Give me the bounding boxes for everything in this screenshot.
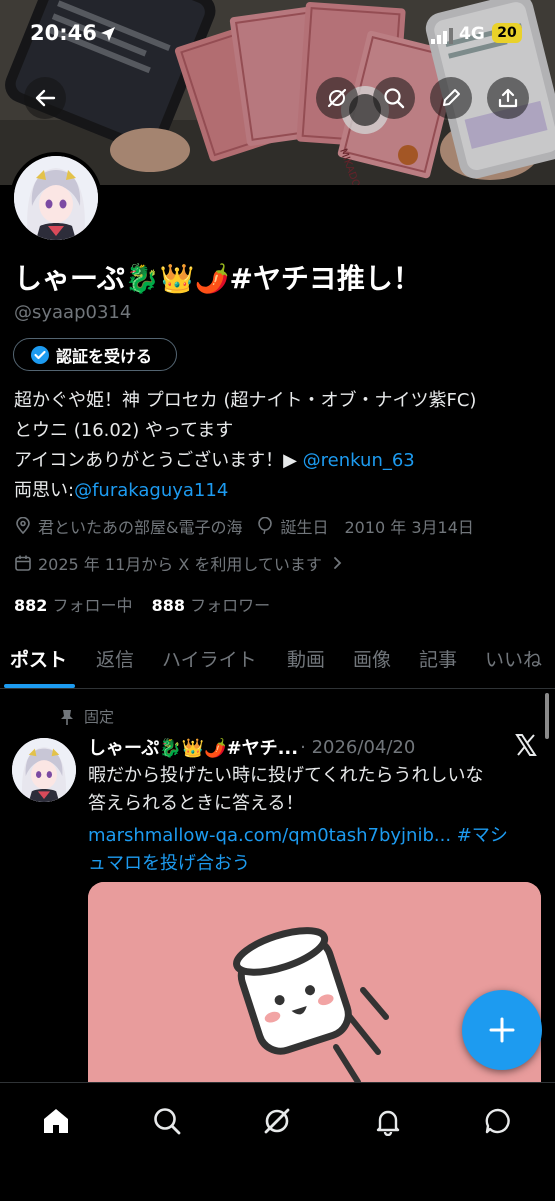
followers-count: 888 — [151, 596, 186, 615]
bottom-nav — [0, 1082, 555, 1201]
location-pin-icon — [16, 517, 30, 535]
hashtag-link[interactable]: #マシ — [457, 825, 508, 846]
nav-home[interactable] — [36, 1101, 76, 1141]
pen-icon — [443, 89, 460, 106]
tab-videos[interactable]: 動画 — [287, 645, 325, 672]
back-button[interactable] — [24, 77, 66, 119]
post-avatar[interactable] — [12, 738, 76, 802]
profile-avatar[interactable] — [10, 152, 102, 244]
hashtag-link[interactable]: ュマロを投げ合おう — [88, 850, 543, 878]
pinned-label: 固定 — [84, 708, 115, 726]
location-text: 君といたあの部屋&電子の海 — [38, 518, 243, 537]
balloon-icon — [258, 517, 273, 535]
signal-icon — [431, 28, 453, 44]
plus-icon — [489, 1017, 515, 1043]
share-icon — [498, 88, 518, 108]
home-icon — [44, 1109, 68, 1133]
bio-text: 両思い: — [14, 480, 75, 501]
tab-highlights[interactable]: ハイライト — [162, 645, 257, 672]
post-text-line: 答えられるときに答える！ — [88, 793, 304, 814]
status-bar: 20:46 4G 20 — [0, 18, 555, 52]
post-author[interactable]: しゃーぷ🐉👑🌶️#ヤチ... — [88, 734, 298, 760]
tab-articles[interactable]: 記事 — [419, 645, 457, 672]
pinned-indicator: 固定 — [60, 706, 114, 727]
bio-line: とウニ (16.02) やってます — [14, 420, 234, 441]
nav-search[interactable] — [147, 1101, 187, 1141]
post-text-line: 暇だから投げたい時に投げてくれたらうれしいな — [88, 765, 484, 786]
location-arrow-icon — [101, 27, 115, 41]
search-icon — [154, 1108, 181, 1135]
battery-level: 20 — [492, 23, 522, 43]
following-count: 882 — [14, 596, 48, 615]
search-button[interactable] — [373, 77, 415, 119]
get-verified-label: 認証を受ける — [56, 346, 153, 366]
get-verified-button[interactable]: 認証を受ける — [13, 338, 177, 371]
joined-row[interactable]: 2025 年 11月から X を利用しています — [14, 551, 344, 575]
followers-link[interactable]: 888 フォロワー — [152, 596, 271, 615]
calendar-icon — [15, 555, 31, 571]
profile-bio: 超かぐや姫！神 プロセカ (超ナイト・オブ・ナイツ紫FC) とウニ (16.02… — [14, 386, 544, 506]
nav-grok[interactable] — [257, 1101, 297, 1141]
grok-icon — [327, 88, 347, 108]
avatar-image — [14, 156, 98, 240]
bio-line: アイコンありがとうございます！▶ @renkun_63 — [14, 446, 544, 476]
profile-handle: @syaap0314 — [14, 302, 132, 323]
back-arrow-icon — [35, 89, 56, 107]
tab-images[interactable]: 画像 — [353, 645, 391, 672]
birthday-text: 誕生日 2010 年 3月14日 — [280, 518, 474, 537]
chevron-right-icon — [334, 557, 342, 569]
tab-replies[interactable]: 返信 — [96, 645, 134, 672]
grok-icon — [264, 1108, 290, 1134]
compose-button[interactable] — [462, 990, 542, 1070]
marshmallow-illustration — [88, 882, 541, 1092]
message-icon — [485, 1108, 510, 1134]
following-link[interactable]: 882 フォロー中 — [14, 596, 133, 615]
post-body: 暇だから投げたい時に投げてくれたらうれしいな 答えられるときに答える！ mars… — [88, 762, 543, 878]
profile-tabs: ポスト 返信 ハイライト 動画 画像 記事 いいね — [0, 642, 555, 689]
follow-stats: 882 フォロー中 888 フォロワー — [14, 592, 270, 616]
status-time: 20:46 — [30, 21, 97, 45]
mention-link[interactable]: @renkun_63 — [303, 450, 415, 471]
share-button[interactable] — [487, 77, 529, 119]
bell-icon — [376, 1110, 400, 1136]
post-links: marshmallow-qa.com/qm0tash7byjnib... #マシ — [88, 822, 543, 850]
profile-name: しゃーぷ🐉👑🌶️#ヤチヨ推し！ — [14, 262, 421, 295]
tab-likes[interactable]: いいね — [485, 645, 542, 672]
post-date[interactable]: · 2026/04/20 — [300, 737, 415, 758]
grok-button[interactable] — [316, 77, 358, 119]
following-label: フォロー中 — [52, 596, 133, 615]
post-header: しゃーぷ🐉👑🌶️#ヤチ... · 2026/04/20 — [88, 734, 415, 760]
profile-banner[interactable]: MIKADO 20:46 4G 20 — [0, 0, 555, 185]
x-logo-icon[interactable] — [514, 733, 538, 757]
bio-line: 両思い:@furakaguya114 — [14, 476, 544, 506]
nav-notifications[interactable] — [368, 1101, 408, 1141]
joined-text: 2025 年 11月から X を利用しています — [38, 555, 322, 574]
profile-meta: 君といたあの部屋&電子の海 誕生日 2010 年 3月14日 — [14, 514, 474, 538]
verified-badge-icon — [31, 345, 49, 364]
post-url-link[interactable]: marshmallow-qa.com/qm0tash7byjnib... — [88, 825, 451, 846]
tab-posts[interactable]: ポスト — [10, 645, 67, 672]
bio-text: アイコンありがとうございます！▶ — [14, 450, 303, 471]
followers-label: フォロワー — [190, 596, 271, 615]
bio-line: 超かぐや姫！神 プロセカ (超ナイト・オブ・ナイツ紫FC) — [14, 390, 477, 411]
tab-indicator — [4, 684, 75, 688]
search-icon — [384, 88, 405, 109]
mention-link[interactable]: @furakaguya114 — [74, 480, 228, 501]
avatar-image — [12, 738, 76, 802]
network-type: 4G — [459, 24, 485, 44]
edit-button[interactable] — [430, 77, 472, 119]
scrollbar[interactable] — [545, 693, 549, 739]
post-media-card[interactable] — [88, 882, 541, 1092]
nav-messages[interactable] — [478, 1101, 518, 1141]
pin-icon — [61, 709, 73, 725]
